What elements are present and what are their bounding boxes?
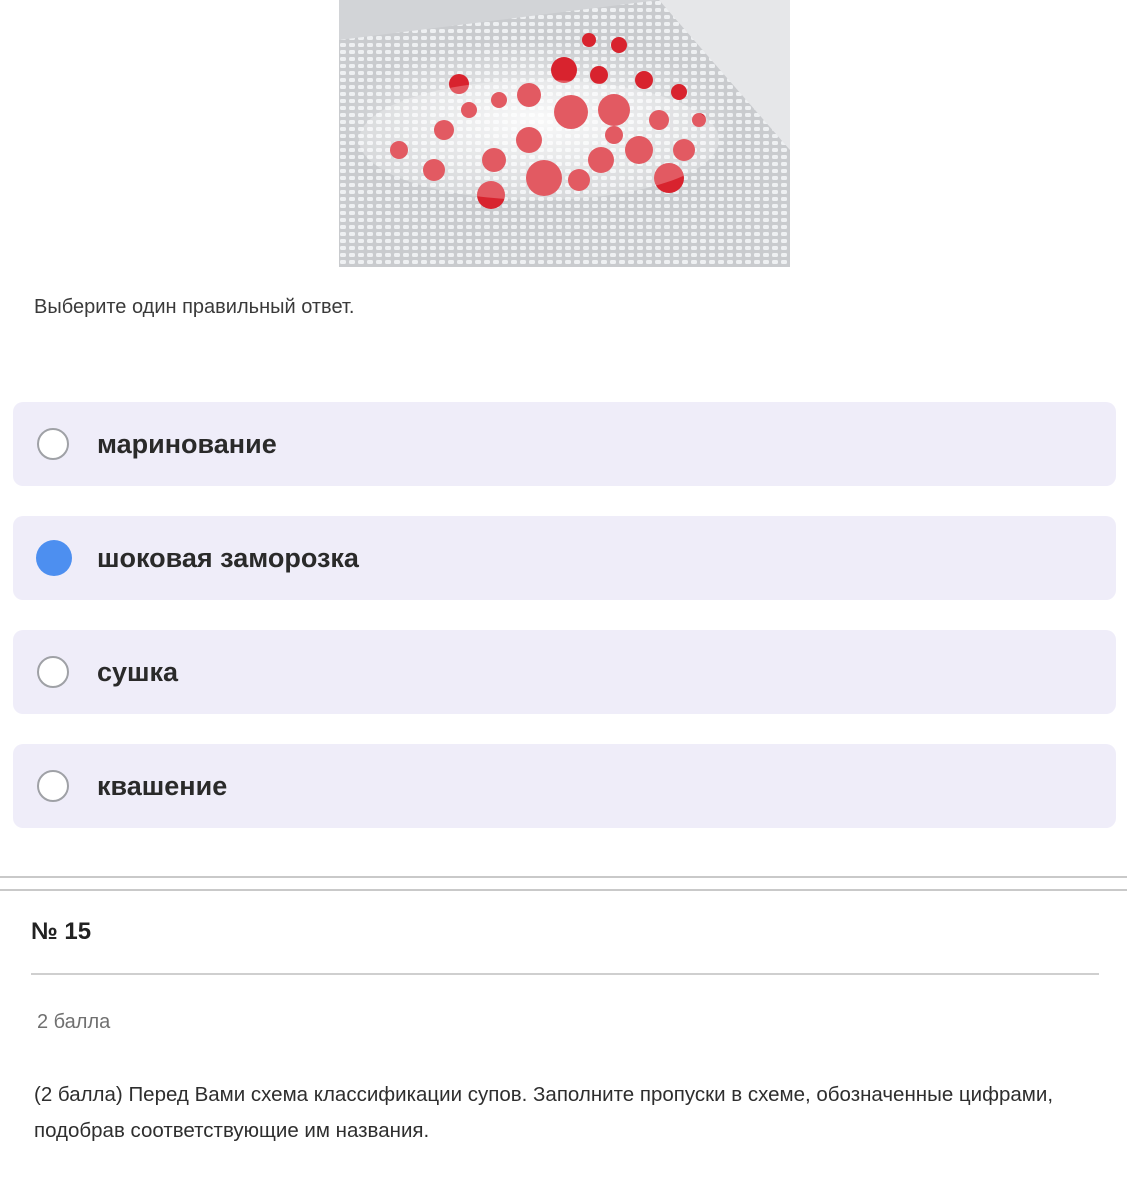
- question-divider: [0, 876, 1127, 878]
- question-header-divider: [31, 973, 1099, 975]
- question-instruction: Выберите один правильный ответ.: [34, 296, 355, 318]
- option-shokovaya-zamorozka[interactable]: шоковая заморозка: [13, 516, 1116, 600]
- option-kvashenie[interactable]: квашение: [13, 744, 1116, 828]
- option-label: маринование: [97, 428, 277, 459]
- radio-checked-icon[interactable]: [36, 540, 72, 576]
- frozen-strawberries-photo-icon: [339, 0, 790, 267]
- question-points: 2 балла: [37, 1011, 111, 1033]
- radio-unchecked-icon[interactable]: [37, 770, 69, 802]
- question-text: (2 балла) Перед Вами схема классификации…: [34, 1083, 1054, 1142]
- question-image: [339, 0, 790, 267]
- radio-unchecked-icon[interactable]: [37, 428, 69, 460]
- option-label: сушка: [97, 656, 179, 687]
- question-divider: [0, 889, 1127, 891]
- option-sushka[interactable]: сушка: [13, 630, 1116, 714]
- option-label: шоковая заморозка: [97, 542, 359, 573]
- radio-unchecked-icon[interactable]: [37, 656, 69, 688]
- option-marinovanie[interactable]: маринование: [13, 402, 1116, 486]
- question-number: № 15: [31, 918, 92, 945]
- answer-options: маринование шоковая заморозка сушка кваш…: [13, 402, 1116, 858]
- option-label: квашение: [97, 770, 228, 801]
